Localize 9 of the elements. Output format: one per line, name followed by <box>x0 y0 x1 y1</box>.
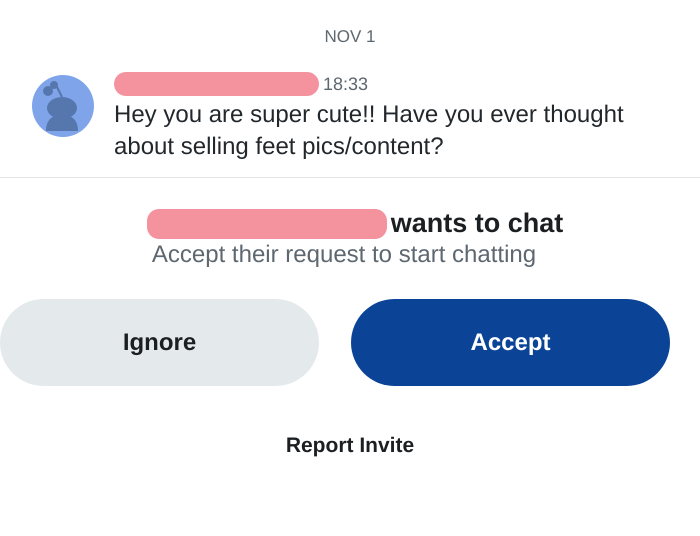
message-time: 18:33 <box>323 74 368 94</box>
message-text: Hey you are super cute!! Have you ever thought about selling feet pics/content? <box>114 100 625 162</box>
ignore-button[interactable]: Ignore <box>0 299 319 386</box>
avatar-icon <box>32 75 94 137</box>
chat-request-title: wants to chat <box>390 208 564 239</box>
accept-button[interactable]: Accept <box>351 299 670 386</box>
date-divider: NOV 1 <box>323 26 377 48</box>
report-link[interactable]: Report Invite <box>286 434 414 458</box>
chat-request-subtitle: Accept their request to start chatting <box>152 241 536 269</box>
